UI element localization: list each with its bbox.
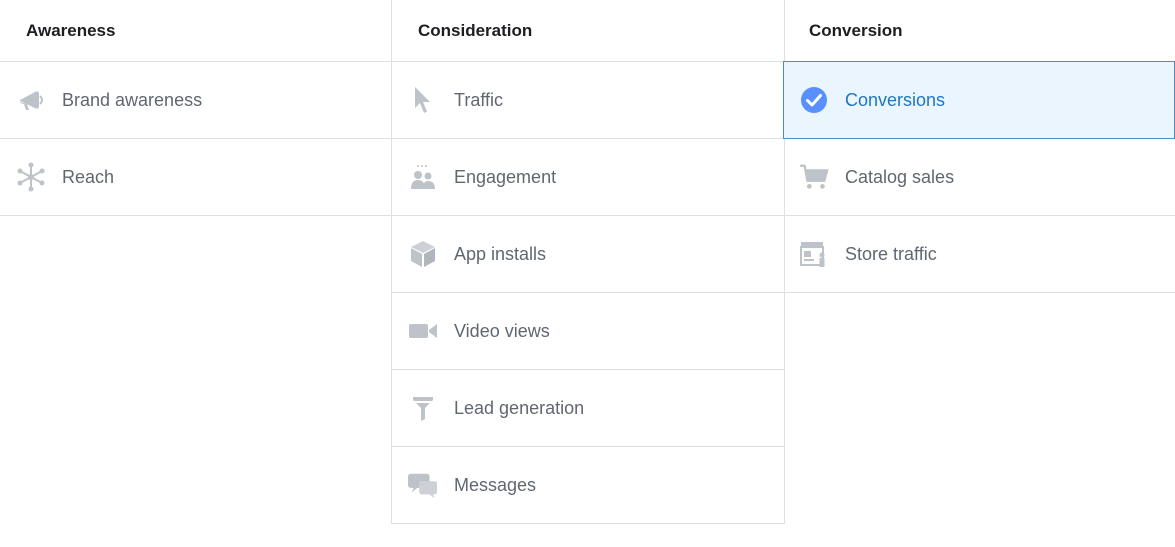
objective-conversions[interactable]: Conversions (783, 61, 1175, 139)
cursor-icon (408, 85, 438, 115)
objective-messages[interactable]: Messages (392, 447, 784, 524)
objective-label: Traffic (454, 89, 504, 110)
objective-label: Messages (454, 474, 537, 495)
objective-store-traffic[interactable]: Store traffic (783, 216, 1175, 293)
awareness-header: Awareness (0, 0, 391, 62)
box-icon (408, 239, 438, 269)
reach-icon (16, 162, 46, 192)
objective-label: Store traffic (845, 243, 937, 264)
consideration-header: Consideration (392, 0, 784, 62)
awareness-column: Awareness Brand awareness Reach (0, 0, 391, 216)
objective-label: Lead generation (454, 397, 585, 418)
funnel-icon (408, 393, 438, 423)
objective-lead-generation[interactable]: Lead generation (392, 370, 784, 447)
objective-traffic[interactable]: Traffic (392, 62, 784, 139)
megaphone-icon (16, 85, 46, 115)
consideration-column: Consideration Traffic Engagement App ins… (391, 0, 785, 524)
objective-reach[interactable]: Reach (0, 139, 391, 216)
objective-label: Reach (62, 166, 115, 187)
objective-brand-awareness[interactable]: Brand awareness (0, 62, 391, 139)
objective-label: App installs (454, 243, 547, 264)
conversion-header: Conversion (783, 0, 1175, 62)
objective-catalog-sales[interactable]: Catalog sales (783, 139, 1175, 216)
check-circle-icon (799, 85, 829, 115)
cart-icon (799, 162, 829, 192)
chat-bubbles-icon (408, 470, 438, 500)
video-camera-icon (408, 316, 438, 346)
objective-label: Conversions (845, 89, 946, 110)
objective-video-views[interactable]: Video views (392, 293, 784, 370)
store-icon (799, 239, 829, 269)
objective-label: Catalog sales (845, 166, 955, 187)
people-icon (408, 162, 438, 192)
objective-label: Engagement (454, 166, 557, 187)
objective-label: Brand awareness (62, 89, 203, 110)
objective-label: Video views (454, 320, 550, 341)
conversion-column: Conversion Conversions Catalog sales Sto… (783, 0, 1175, 293)
objective-app-installs[interactable]: App installs (392, 216, 784, 293)
objective-engagement[interactable]: Engagement (392, 139, 784, 216)
